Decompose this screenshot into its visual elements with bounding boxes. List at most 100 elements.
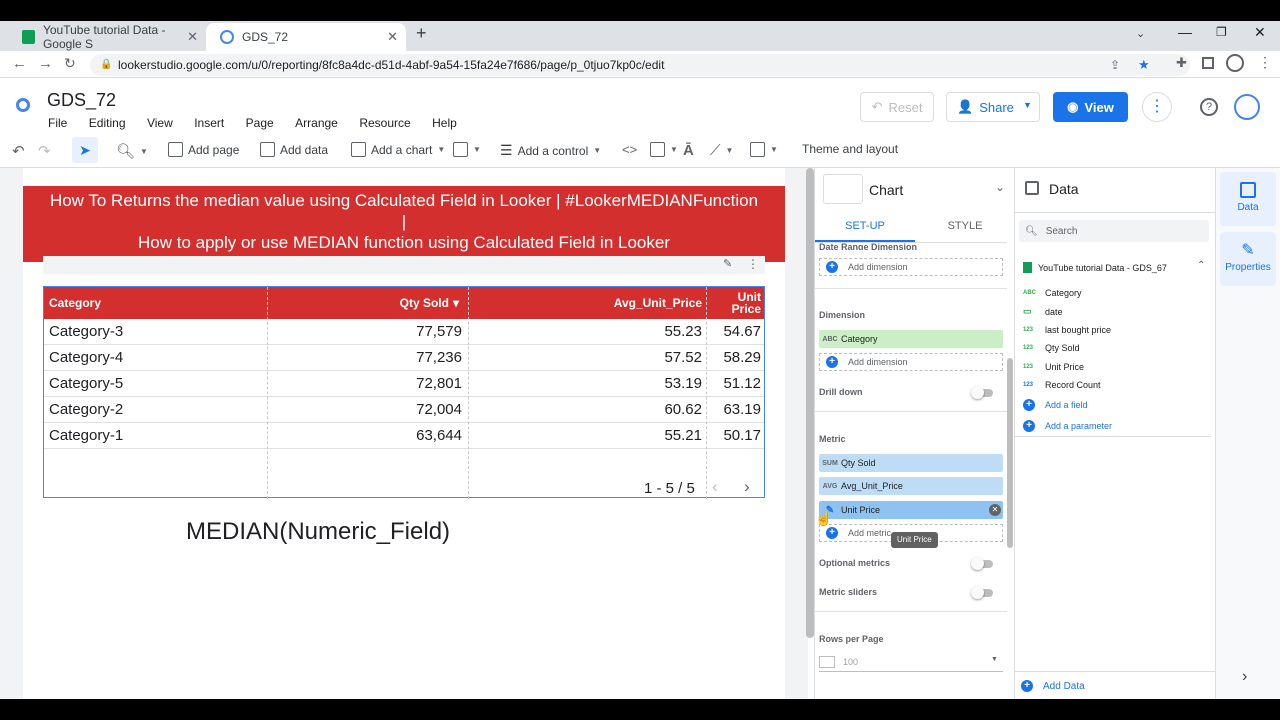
table-row[interactable]: Category-2 72,004 60.62 63.19 bbox=[44, 397, 764, 423]
bookmark-star-icon[interactable]: ★ bbox=[1138, 54, 1150, 76]
url-field[interactable]: 🔒 lookerstudio.google.com/u/0/reporting/… bbox=[90, 54, 1190, 76]
field-item[interactable]: 123 Unit Price bbox=[1023, 362, 1084, 372]
report-title[interactable]: GDS_72 bbox=[47, 90, 116, 111]
window-close-button[interactable]: ✕ bbox=[1254, 24, 1266, 41]
header-unit-price[interactable]: Unit Price bbox=[709, 287, 761, 319]
account-avatar[interactable] bbox=[1234, 94, 1260, 120]
minimize-button[interactable]: — bbox=[1178, 24, 1192, 40]
canvas-scrollbar[interactable] bbox=[806, 168, 814, 638]
right-rail: Data ✎ Properties › bbox=[1215, 168, 1280, 699]
rail-data-tab[interactable]: Data bbox=[1220, 172, 1276, 226]
add-date-dimension[interactable]: + Add dimension bbox=[819, 258, 1003, 276]
formula-text[interactable]: MEDIAN(Numeric_Field) bbox=[186, 518, 450, 546]
image-button[interactable]: ▼ bbox=[650, 142, 678, 157]
edit-pencil-icon[interactable]: ✎ bbox=[723, 257, 732, 270]
new-tab-button[interactable]: + bbox=[416, 23, 427, 44]
header-avg-unit-price[interactable]: Avg_Unit_Price bbox=[469, 287, 702, 319]
field-item[interactable]: 123 Qty Sold bbox=[1023, 343, 1080, 353]
extensions-icon[interactable]: ✚ bbox=[1176, 55, 1187, 71]
add-data-button[interactable]: Add data bbox=[260, 142, 328, 157]
browser-menu-icon[interactable]: ⋮ bbox=[1258, 54, 1272, 71]
reset-button[interactable]: ↶ Reset bbox=[860, 92, 934, 122]
metric-chip-unit-price[interactable]: ✎ Unit Price ✕ bbox=[819, 501, 1003, 519]
close-icon[interactable]: ✕ bbox=[387, 29, 398, 45]
line-icon[interactable]: ⟋ ▼ bbox=[710, 142, 733, 159]
browser-tab-sheets[interactable]: YouTube tutorial Data - Google S ✕ bbox=[8, 23, 206, 51]
share-page-icon[interactable]: ⇪ bbox=[1110, 54, 1120, 76]
prev-page-icon[interactable]: ‹ bbox=[712, 477, 718, 497]
header-qty-sold[interactable]: Qty Sold ▾ bbox=[269, 287, 459, 319]
chevron-right-icon[interactable]: › bbox=[1242, 668, 1247, 686]
remove-metric-icon[interactable]: ✕ bbox=[989, 504, 1001, 516]
menu-file[interactable]: File bbox=[48, 116, 67, 130]
share-button[interactable]: 👤 Share ▼ bbox=[946, 92, 1040, 122]
select-cursor-icon[interactable]: ➤ bbox=[72, 137, 98, 163]
close-icon[interactable]: ✕ bbox=[187, 29, 198, 45]
table-row[interactable]: Category-1 63,644 55.21 50.17 bbox=[44, 423, 764, 449]
profile-avatar[interactable] bbox=[1226, 54, 1244, 72]
forward-icon[interactable]: → bbox=[38, 55, 53, 72]
table-row[interactable]: Category-4 77,236 57.52 58.29 bbox=[44, 345, 764, 371]
title-banner[interactable]: How To Returns the median value using Ca… bbox=[23, 186, 785, 262]
add-data-button[interactable]: + Add Data bbox=[1021, 680, 1085, 692]
rows-per-page-select[interactable]: 100 ▼ bbox=[819, 652, 1003, 672]
data-table[interactable]: Category Qty Sold ▾ Avg_Unit_Price Unit P… bbox=[43, 286, 765, 499]
add-control-button[interactable]: ☰ Add a control ▼ bbox=[500, 142, 601, 159]
field-item[interactable]: ABC Category bbox=[1023, 288, 1082, 298]
drill-down-toggle[interactable] bbox=[971, 386, 993, 399]
table-row[interactable]: Category-5 72,801 53.19 51.12 bbox=[44, 371, 764, 397]
table-row[interactable]: Category-3 77,579 55.23 54.67 bbox=[44, 319, 764, 345]
menu-insert[interactable]: Insert bbox=[194, 116, 224, 130]
add-field-button[interactable]: + Add a field bbox=[1023, 399, 1088, 411]
add-parameter-button[interactable]: + Add a parameter bbox=[1023, 420, 1112, 432]
metric-chip-qty-sold[interactable]: SUM Qty Sold bbox=[819, 454, 1003, 472]
community-viz-button[interactable]: ▼ bbox=[453, 142, 481, 157]
menu-editing[interactable]: Editing bbox=[89, 116, 126, 130]
help-icon[interactable]: ? bbox=[1200, 98, 1218, 116]
theme-layout-button[interactable]: Theme and layout bbox=[802, 142, 898, 156]
field-item[interactable]: 123 last bought price bbox=[1023, 325, 1111, 335]
dimension-chip-category[interactable]: ABC Category bbox=[819, 330, 1003, 348]
panel-scrollbar[interactable] bbox=[1007, 358, 1013, 548]
shape-button[interactable]: ▼ bbox=[750, 142, 778, 157]
text-icon[interactable]: Ā bbox=[683, 142, 694, 159]
field-search-input[interactable]: 🔍︎ Search bbox=[1019, 220, 1209, 242]
undo-icon[interactable]: ↶ bbox=[12, 142, 25, 160]
back-icon[interactable]: ← bbox=[12, 55, 27, 72]
menu-arrange[interactable]: Arrange bbox=[295, 116, 338, 130]
menu-view[interactable]: View bbox=[147, 116, 173, 130]
browser-tab-gds[interactable]: GDS_72 ✕ bbox=[206, 23, 406, 51]
menu-page[interactable]: Page bbox=[246, 116, 274, 130]
field-item[interactable]: ▭ date bbox=[1023, 306, 1063, 317]
view-button[interactable]: ◉ View bbox=[1053, 92, 1128, 122]
data-source[interactable]: YouTube tutorial Data - GDS_67 bbox=[1023, 262, 1167, 273]
add-dimension[interactable]: + Add dimension bbox=[819, 353, 1003, 371]
next-page-icon[interactable]: › bbox=[744, 477, 750, 497]
optional-metrics-toggle[interactable] bbox=[971, 557, 993, 570]
chevron-down-icon[interactable]: ⌄ bbox=[995, 180, 1005, 194]
redo-icon[interactable]: ↷ bbox=[38, 142, 51, 160]
collapse-icon[interactable]: ⌃ bbox=[1197, 260, 1205, 271]
add-chart-button[interactable]: Add a chart ▼ bbox=[351, 142, 445, 157]
tab-setup[interactable]: SET-UP bbox=[815, 212, 915, 242]
metric-sliders-toggle[interactable] bbox=[971, 586, 993, 599]
chevron-down-icon[interactable]: ⌄ bbox=[1136, 27, 1145, 40]
zoom-icon[interactable]: 🔍︎ ▼ bbox=[116, 142, 148, 160]
field-item[interactable]: 123 Record Count bbox=[1023, 380, 1101, 390]
more-options-icon[interactable]: ⋮ bbox=[1142, 92, 1172, 122]
menu-resource[interactable]: Resource bbox=[359, 116, 410, 130]
maximize-button[interactable]: ❐ bbox=[1216, 25, 1227, 39]
metric-chip-avg-unit-price[interactable]: AVG Avg_Unit_Price bbox=[819, 477, 1003, 495]
reload-icon[interactable]: ↻ bbox=[64, 55, 76, 72]
table-chart-icon[interactable] bbox=[823, 174, 863, 204]
embed-code-icon[interactable]: <> bbox=[622, 142, 637, 157]
sidepanel-icon[interactable] bbox=[1202, 57, 1214, 69]
menu-help[interactable]: Help bbox=[432, 116, 457, 130]
add-page-button[interactable]: Add page bbox=[168, 142, 239, 157]
chart-menu-icon[interactable]: ⋮ bbox=[747, 257, 759, 271]
tab-style[interactable]: STYLE bbox=[915, 212, 1015, 242]
rail-properties-tab[interactable]: ✎ Properties bbox=[1220, 232, 1276, 286]
header-category[interactable]: Category bbox=[49, 287, 101, 319]
dropdown-arrow-icon: ▼ bbox=[991, 656, 998, 663]
share-dropdown-icon[interactable]: ▼ bbox=[1023, 100, 1032, 110]
